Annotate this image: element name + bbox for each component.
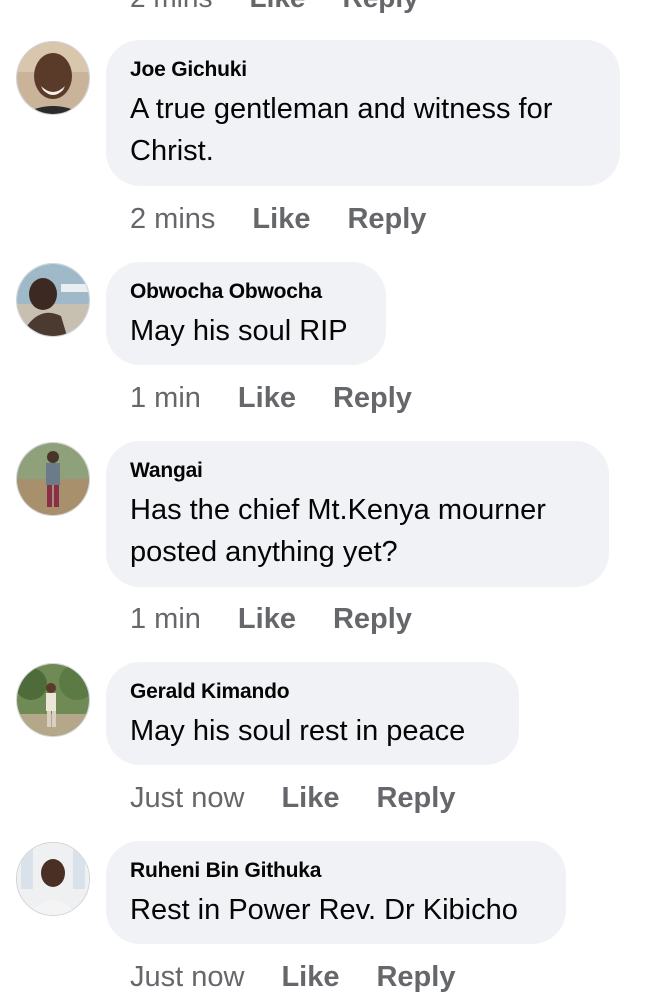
like-button[interactable]: Like bbox=[249, 0, 305, 14]
comment-actions: Just now Like Reply bbox=[130, 957, 455, 997]
avatar[interactable] bbox=[16, 663, 90, 737]
comment-author[interactable]: Obwocha Obwocha bbox=[130, 278, 362, 306]
comment-text: Has the chief Mt.Kenya mourner posted an… bbox=[130, 494, 546, 568]
reply-button[interactable]: Reply bbox=[343, 0, 419, 14]
comment-time: 2 mins bbox=[130, 202, 216, 235]
comment-text: Rest in Power Rev. Dr Kibicho bbox=[130, 894, 518, 926]
comment-text: May his soul rest in peace bbox=[130, 715, 466, 747]
avatar-image bbox=[17, 843, 89, 915]
comment-author[interactable]: Ruheni Bin Githuka bbox=[130, 857, 542, 885]
like-button[interactable]: Like bbox=[238, 382, 296, 415]
comment-bubble: Wangai Has the chief Mt.Kenya mourner po… bbox=[106, 441, 609, 587]
avatar[interactable] bbox=[16, 842, 90, 916]
comment-actions: 1 min Like Reply bbox=[130, 599, 412, 639]
comment-actions: 1 min Like Reply bbox=[130, 378, 412, 418]
reply-button[interactable]: Reply bbox=[333, 603, 412, 636]
comment-time: 1 min bbox=[130, 602, 201, 635]
avatar[interactable] bbox=[16, 41, 90, 115]
like-button[interactable]: Like bbox=[238, 603, 296, 636]
avatar[interactable] bbox=[16, 263, 90, 337]
comment-time: 1 min bbox=[130, 381, 201, 414]
comment-time: Just now bbox=[130, 960, 245, 993]
like-button[interactable]: Like bbox=[281, 961, 339, 994]
comment-text: May his soul RIP bbox=[130, 315, 348, 347]
comment-actions: 2 mins Like Reply bbox=[130, 199, 426, 239]
comment-bubble: Ruheni Bin Githuka Rest in Power Rev. Dr… bbox=[106, 841, 566, 944]
reply-button[interactable]: Reply bbox=[376, 782, 455, 815]
comment-text: A true gentleman and witness for Christ. bbox=[130, 93, 553, 167]
comment-actions: Just now Like Reply bbox=[130, 778, 455, 818]
avatar-image bbox=[17, 443, 89, 515]
comment-bubble: Obwocha Obwocha May his soul RIP bbox=[106, 262, 386, 365]
avatar-image bbox=[17, 42, 89, 114]
comment-author[interactable]: Wangai bbox=[130, 457, 585, 485]
reply-button[interactable]: Reply bbox=[376, 961, 455, 994]
avatar-image bbox=[17, 264, 89, 336]
comment-author[interactable]: Gerald Kimando bbox=[130, 678, 495, 706]
comment-time: 2 mins bbox=[130, 0, 212, 14]
reply-button[interactable]: Reply bbox=[347, 203, 426, 236]
comment-bubble: Gerald Kimando May his soul rest in peac… bbox=[106, 662, 519, 765]
like-button[interactable]: Like bbox=[252, 203, 310, 236]
comment-actions-partial: 2 mins Like Reply bbox=[130, 0, 419, 18]
comment-author[interactable]: Joe Gichuki bbox=[130, 56, 596, 84]
like-button[interactable]: Like bbox=[281, 782, 339, 815]
comment-time: Just now bbox=[130, 781, 245, 814]
comment-bubble: Joe Gichuki A true gentleman and witness… bbox=[106, 40, 620, 186]
reply-button[interactable]: Reply bbox=[333, 382, 412, 415]
avatar[interactable] bbox=[16, 442, 90, 516]
avatar-image bbox=[17, 664, 89, 736]
